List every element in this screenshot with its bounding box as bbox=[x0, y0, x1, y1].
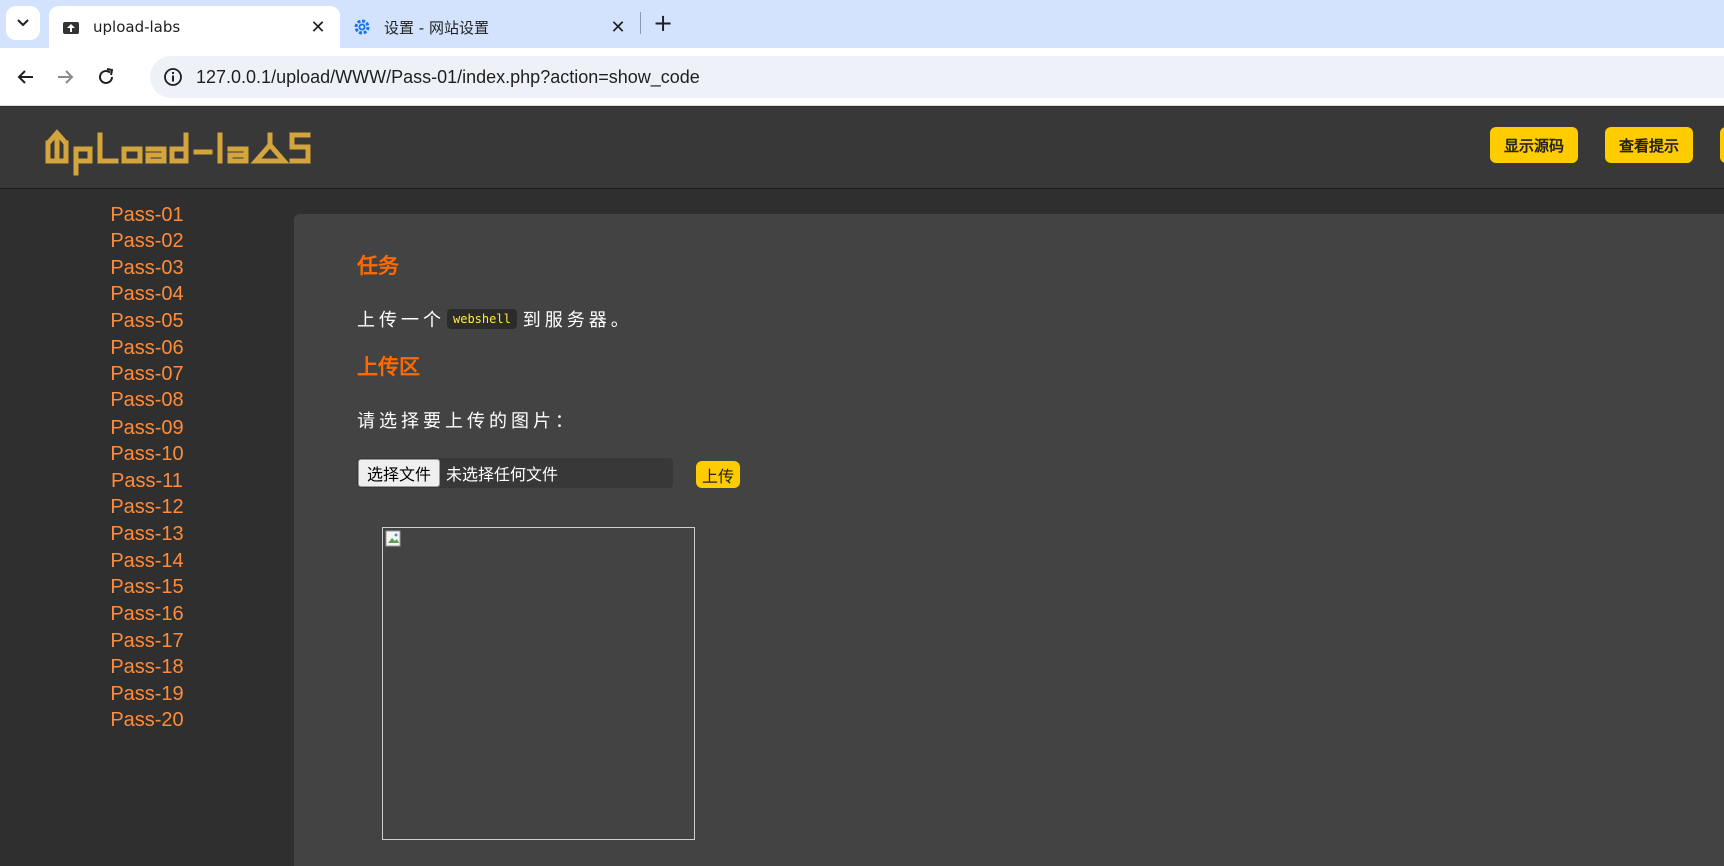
sidebar-item-pass-06[interactable]: Pass-06 bbox=[0, 337, 294, 360]
upload-labs-logo[interactable] bbox=[44, 121, 334, 177]
task-description: 上传一个 webshell 到服务器。 bbox=[357, 306, 633, 332]
sidebar-item-pass-20[interactable]: Pass-20 bbox=[0, 709, 294, 732]
header-extra-button[interactable] bbox=[1720, 127, 1724, 163]
tab-strip: upload-labs ✕ 设置 - 网站设置 ✕ + bbox=[0, 0, 1724, 48]
sidebar-item-pass-13[interactable]: Pass-13 bbox=[0, 523, 294, 546]
info-icon[interactable] bbox=[162, 66, 184, 88]
reload-icon bbox=[99, 68, 114, 84]
sidebar-item-pass-14[interactable]: Pass-14 bbox=[0, 550, 294, 573]
tab-settings[interactable]: 设置 - 网站设置 ✕ bbox=[340, 6, 640, 48]
site-header: 显示源码 查看提示 bbox=[0, 107, 1724, 189]
close-icon[interactable]: ✕ bbox=[304, 13, 332, 41]
task-heading: 任务 bbox=[357, 254, 399, 278]
upload-heading: 上传区 bbox=[357, 355, 420, 379]
sidebar-item-pass-08[interactable]: Pass-08 bbox=[0, 389, 294, 412]
sidebar-item-pass-16[interactable]: Pass-16 bbox=[0, 603, 294, 626]
url-text: 127.0.0.1/upload/WWW/Pass-01/index.php?a… bbox=[196, 67, 700, 87]
tab-upload-labs[interactable]: upload-labs ✕ bbox=[49, 6, 340, 48]
new-tab-button[interactable]: + bbox=[648, 8, 678, 38]
browser-toolbar: 127.0.0.1/upload/WWW/Pass-01/index.php?a… bbox=[0, 48, 1724, 106]
forward-button[interactable] bbox=[48, 60, 82, 94]
sidebar-item-pass-19[interactable]: Pass-19 bbox=[0, 683, 294, 706]
sidebar-item-pass-12[interactable]: Pass-12 bbox=[0, 496, 294, 519]
address-bar[interactable]: 127.0.0.1/upload/WWW/Pass-01/index.php?a… bbox=[150, 56, 1724, 98]
upload-prompt: 请选择要上传的图片： bbox=[357, 411, 577, 432]
sidebar-item-pass-03[interactable]: Pass-03 bbox=[0, 257, 294, 280]
image-preview bbox=[382, 527, 695, 840]
sidebar-item-pass-10[interactable]: Pass-10 bbox=[0, 443, 294, 466]
tab-title: 设置 - 网站设置 bbox=[384, 18, 489, 37]
main-panel: 任务 上传一个 webshell 到服务器。 上传区 请选择要上传的图片： 选择… bbox=[294, 214, 1724, 866]
gear-icon bbox=[352, 17, 372, 37]
show-hint-button[interactable]: 查看提示 bbox=[1605, 127, 1694, 163]
sidebar-item-pass-17[interactable]: Pass-17 bbox=[0, 630, 294, 653]
reload-button[interactable] bbox=[89, 60, 123, 94]
choose-file-button[interactable]: 选择文件 bbox=[358, 459, 441, 487]
sidebar-item-pass-18[interactable]: Pass-18 bbox=[0, 656, 294, 679]
task-prefix: 上传一个 bbox=[357, 310, 445, 331]
webshell-code: webshell bbox=[447, 309, 517, 329]
arrow-right-icon bbox=[58, 70, 74, 84]
tab-separator bbox=[640, 12, 641, 34]
show-source-button[interactable]: 显示源码 bbox=[1490, 127, 1579, 163]
task-suffix: 到服务器。 bbox=[522, 310, 633, 331]
sidebar: Pass-01 Pass-02 Pass-03 Pass-04 Pass-05 Pass-… bbox=[0, 190, 294, 866]
sidebar-item-pass-04[interactable]: Pass-04 bbox=[0, 283, 294, 306]
file-status: 未选择任何文件 bbox=[446, 465, 559, 484]
close-icon[interactable]: ✕ bbox=[604, 13, 632, 41]
sidebar-item-pass-15[interactable]: Pass-15 bbox=[0, 576, 294, 599]
arrow-left-icon bbox=[17, 70, 33, 84]
sidebar-item-pass-07[interactable]: Pass-07 bbox=[0, 363, 294, 386]
sidebar-item-pass-02[interactable]: Pass-02 bbox=[0, 230, 294, 253]
tab-title: upload-labs bbox=[93, 18, 181, 36]
tab-search-button[interactable] bbox=[6, 6, 40, 40]
cloud-upload-icon bbox=[61, 17, 81, 37]
upload-button[interactable]: 上传 bbox=[696, 461, 741, 488]
back-button[interactable] bbox=[9, 60, 43, 94]
sidebar-item-pass-01[interactable]: Pass-01 bbox=[0, 204, 294, 227]
sidebar-item-pass-09[interactable]: Pass-09 bbox=[0, 417, 294, 440]
file-input[interactable]: 选择文件 未选择任何文件 bbox=[357, 458, 673, 488]
chevron-down-icon bbox=[17, 19, 29, 27]
sidebar-item-pass-05[interactable]: Pass-05 bbox=[0, 310, 294, 333]
sidebar-item-pass-11[interactable]: Pass-11 bbox=[0, 470, 294, 493]
broken-image-icon bbox=[385, 530, 401, 547]
